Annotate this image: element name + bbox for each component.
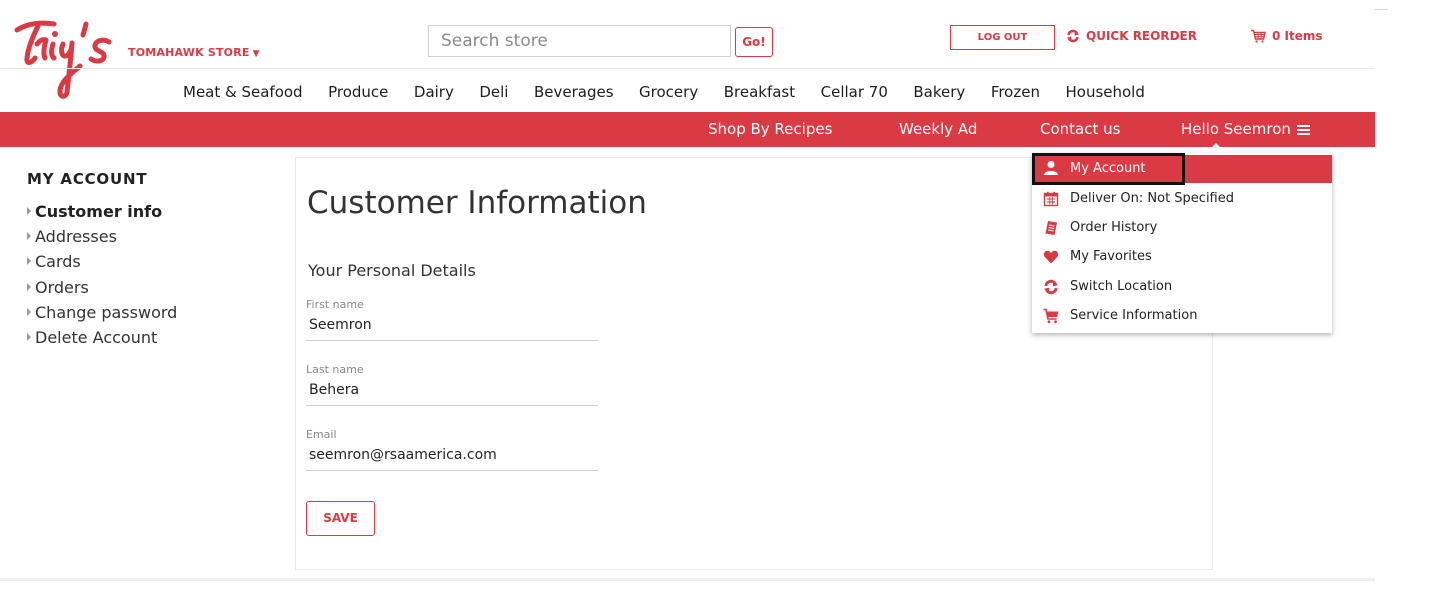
menu-item-label: Service Information: [1070, 308, 1198, 323]
menu-item-service-information[interactable]: Service Information: [1032, 302, 1332, 330]
sidebar-item-label: Cards: [35, 252, 81, 272]
first-name-field[interactable]: Seemron: [306, 317, 598, 341]
email-label: Email: [306, 428, 337, 441]
contact-us-link[interactable]: Contact us: [1040, 120, 1120, 138]
section-title: Your Personal Details: [308, 261, 476, 280]
save-button[interactable]: SAVE: [306, 501, 375, 536]
category-household[interactable]: Household: [1065, 83, 1144, 101]
quick-reorder-link[interactable]: QUICK REORDER: [1066, 29, 1197, 43]
category-dairy[interactable]: Dairy: [414, 83, 454, 101]
account-sidebar: Customer info Addresses Cards Orders Cha…: [27, 202, 177, 353]
menu-item-label: My Favorites: [1070, 249, 1152, 264]
calendar-icon: [1043, 191, 1059, 207]
menu-item-label: Switch Location: [1070, 279, 1173, 294]
sidebar-item-delete-account[interactable]: Delete Account: [27, 328, 177, 353]
bullet-triangle-icon: [27, 282, 31, 291]
page-title: Customer Information: [307, 185, 647, 221]
search-input[interactable]: Search store: [428, 25, 731, 57]
last-name-label: Last name: [306, 363, 364, 376]
my-account-heading: MY ACCOUNT: [27, 170, 148, 188]
bullet-triangle-icon: [27, 307, 31, 316]
sidebar-item-customer-info[interactable]: Customer info: [27, 202, 177, 227]
bullet-triangle-icon: [27, 332, 31, 341]
category-grocery[interactable]: Grocery: [639, 83, 698, 101]
category-meat-seafood[interactable]: Meat & Seafood: [183, 83, 303, 101]
menu-item-my-favorites[interactable]: My Favorites: [1032, 243, 1332, 271]
last-name-field[interactable]: Behera: [306, 382, 598, 406]
bullet-triangle-icon: [27, 232, 31, 241]
sidebar-item-label: Orders: [35, 277, 89, 297]
account-menu-toggle[interactable]: Hello Seemron: [1181, 120, 1310, 138]
store-name: TOMAHAWK STORE: [128, 46, 250, 59]
header-divider: [0, 68, 1375, 69]
bullet-triangle-icon: [27, 257, 31, 266]
category-produce[interactable]: Produce: [328, 83, 388, 101]
hamburger-icon: [1296, 125, 1310, 135]
cart-icon: [1043, 308, 1059, 324]
sidebar-item-label: Delete Account: [35, 327, 158, 347]
cart-label: 0 Items: [1272, 29, 1323, 43]
switch-icon: [1044, 279, 1058, 295]
menu-item-label: Order History: [1070, 220, 1158, 235]
category-breakfast[interactable]: Breakfast: [724, 83, 795, 101]
store-selector[interactable]: TOMAHAWK STORE ▼: [128, 46, 260, 59]
sidebar-item-label: Change password: [35, 302, 178, 322]
menu-item-deliver-on[interactable]: Deliver On: Not Specified: [1032, 185, 1332, 213]
menu-item-order-history[interactable]: Order History: [1032, 214, 1332, 242]
sidebar-item-label: Addresses: [35, 227, 117, 247]
bullet-triangle-icon: [27, 207, 31, 215]
category-bakery[interactable]: Bakery: [913, 83, 965, 101]
caret-down-icon: ▼: [252, 49, 260, 59]
sidebar-item-orders[interactable]: Orders: [27, 278, 177, 303]
quick-reorder-label: QUICK REORDER: [1086, 29, 1197, 43]
go-button[interactable]: Go!: [735, 27, 773, 57]
hello-user-label: Hello Seemron: [1181, 120, 1291, 138]
category-deli[interactable]: Deli: [479, 83, 508, 101]
email-field[interactable]: seemron@rsaamerica.com: [306, 447, 598, 471]
sidebar-item-cards[interactable]: Cards: [27, 252, 177, 277]
scrollbar-edge: [1375, 0, 1388, 10]
logout-button[interactable]: LOG OUT: [950, 25, 1055, 50]
footer-divider: [0, 578, 1375, 581]
menu-item-switch-location[interactable]: Switch Location: [1032, 273, 1332, 301]
first-name-label: First name: [306, 298, 364, 311]
cart-link[interactable]: 0 Items: [1250, 29, 1323, 43]
sidebar-item-label: Customer info: [35, 202, 163, 221]
category-frozen[interactable]: Frozen: [991, 83, 1040, 101]
category-beverages[interactable]: Beverages: [534, 83, 614, 101]
cart-icon: [1251, 29, 1266, 43]
trigs-logo[interactable]: [14, 14, 120, 100]
sidebar-item-addresses[interactable]: Addresses: [27, 227, 177, 252]
menu-pointer: [1212, 143, 1220, 147]
secondary-nav-bar: Shop By Recipes Weekly Ad Contact us Hel…: [0, 112, 1375, 147]
category-cellar-70[interactable]: Cellar 70: [821, 83, 888, 101]
focus-highlight-box: [1032, 153, 1185, 185]
category-nav: Meat & Seafood Produce Dairy Deli Bevera…: [183, 83, 1170, 101]
weekly-ad-link[interactable]: Weekly Ad: [899, 120, 977, 138]
receipt-icon: [1045, 221, 1057, 235]
menu-item-label: Deliver On: Not Specified: [1070, 191, 1234, 206]
shop-by-recipes-link[interactable]: Shop By Recipes: [708, 120, 832, 138]
sidebar-item-change-password[interactable]: Change password: [27, 303, 177, 328]
heart-icon: [1043, 250, 1059, 264]
reorder-icon: [1067, 29, 1079, 43]
